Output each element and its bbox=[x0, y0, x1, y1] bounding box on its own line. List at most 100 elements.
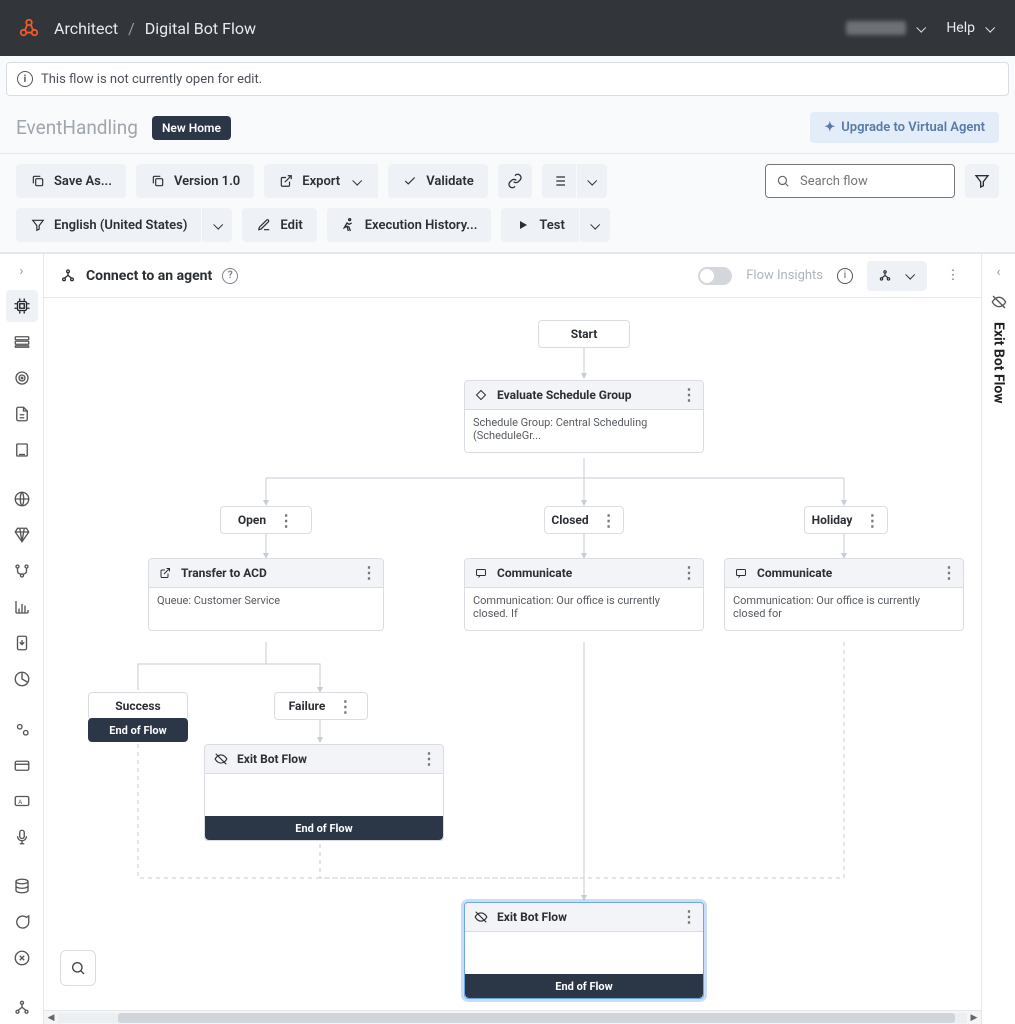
rail-item-chip[interactable] bbox=[6, 290, 38, 322]
communicate-closed-node[interactable]: Communicate ⋮ Communication: Our office … bbox=[464, 558, 704, 631]
save-as-button[interactable]: Save As... bbox=[16, 164, 126, 198]
decision-icon bbox=[473, 387, 489, 403]
rail-item-card[interactable] bbox=[6, 749, 38, 781]
canvas-search-button[interactable] bbox=[60, 950, 96, 986]
language-dropdown[interactable] bbox=[202, 208, 232, 242]
rail-item-document[interactable] bbox=[6, 398, 38, 430]
search-icon bbox=[70, 960, 86, 976]
rail-item-id[interactable]: A bbox=[6, 785, 38, 817]
new-home-badge[interactable]: New Home bbox=[152, 116, 231, 140]
rail-item-chat[interactable] bbox=[6, 906, 38, 938]
flow-title: Connect to an agent bbox=[86, 268, 212, 284]
eof-label: End of Flow bbox=[555, 980, 612, 993]
insights-toggle[interactable] bbox=[698, 267, 732, 285]
filter-button[interactable] bbox=[965, 164, 999, 198]
scroll-track[interactable] bbox=[58, 1013, 967, 1023]
rail-item-pie[interactable] bbox=[6, 663, 38, 695]
top-navbar: Architect / Digital Bot Flow Help bbox=[0, 0, 1015, 56]
list-dropdown[interactable] bbox=[577, 164, 607, 198]
link-icon bbox=[507, 173, 523, 189]
upgrade-button[interactable]: ✦ Upgrade to Virtual Agent bbox=[810, 112, 999, 143]
edit-button[interactable]: Edit bbox=[242, 208, 316, 242]
node-title: Transfer to ACD bbox=[181, 566, 267, 580]
scroll-left-button[interactable]: ◀ bbox=[44, 1011, 58, 1024]
list-button[interactable] bbox=[542, 164, 576, 198]
node-menu[interactable]: ⋮ bbox=[941, 565, 957, 581]
chevron-down-icon bbox=[348, 173, 364, 189]
branch-holiday[interactable]: Holiday ⋮ bbox=[804, 506, 888, 534]
user-menu[interactable] bbox=[846, 20, 928, 36]
branch-menu[interactable]: ⋮ bbox=[858, 511, 880, 530]
rail-item-branch[interactable] bbox=[6, 555, 38, 587]
rail-item-chart[interactable] bbox=[6, 591, 38, 623]
rail-item-book[interactable] bbox=[6, 434, 38, 466]
search-flow-input[interactable] bbox=[765, 164, 955, 198]
chevron-down-icon bbox=[981, 20, 997, 36]
rail-item-tree[interactable] bbox=[6, 992, 38, 1024]
copy-icon bbox=[150, 173, 166, 189]
start-node[interactable]: Start bbox=[538, 320, 630, 348]
branch-open[interactable]: Open ⋮ bbox=[220, 506, 312, 534]
node-menu[interactable]: ⋮ bbox=[421, 751, 437, 767]
upgrade-label: Upgrade to Virtual Agent bbox=[841, 120, 985, 135]
readonly-banner: i This flow is not currently open for ed… bbox=[6, 62, 1009, 96]
start-label: Start bbox=[571, 327, 598, 341]
more-menu[interactable]: ⋮ bbox=[941, 261, 965, 291]
branch-menu[interactable]: ⋮ bbox=[331, 697, 353, 716]
flow-canvas[interactable]: Start Evaluate Schedule Group ⋮ Schedule… bbox=[44, 298, 981, 1010]
scroll-right-button[interactable]: ▶ bbox=[967, 1011, 981, 1024]
rail-item-diamond[interactable] bbox=[6, 519, 38, 551]
branch-success[interactable]: Success bbox=[88, 692, 188, 720]
language-button[interactable]: English (United States) bbox=[16, 208, 201, 242]
node-title: Communicate bbox=[497, 566, 572, 580]
branch-closed[interactable]: Closed ⋮ bbox=[544, 506, 624, 534]
test-button[interactable]: Test bbox=[501, 208, 578, 242]
scroll-thumb[interactable] bbox=[118, 1013, 955, 1023]
node-menu[interactable]: ⋮ bbox=[681, 387, 697, 403]
version-button[interactable]: Version 1.0 bbox=[136, 164, 254, 198]
history-button[interactable]: Execution History... bbox=[327, 208, 492, 242]
right-panel-title[interactable]: Exit Bot Flow bbox=[991, 318, 1007, 404]
branch-label: Closed bbox=[551, 513, 588, 527]
rail-item-globe[interactable] bbox=[6, 483, 38, 515]
exit-bot-flow-node-1[interactable]: Exit Bot Flow ⋮ End of Flow bbox=[204, 744, 444, 841]
link-button[interactable] bbox=[498, 164, 532, 198]
breadcrumb-root[interactable]: Architect bbox=[54, 19, 118, 38]
rail-item-circle-x[interactable] bbox=[6, 942, 38, 974]
validate-button[interactable]: Validate bbox=[388, 164, 488, 198]
evaluate-schedule-node[interactable]: Evaluate Schedule Group ⋮ Schedule Group… bbox=[464, 380, 704, 453]
chevron-down-icon bbox=[587, 217, 603, 233]
test-dropdown[interactable] bbox=[580, 208, 610, 242]
node-title: Communicate bbox=[757, 566, 832, 580]
transfer-acd-node[interactable]: Transfer to ACD ⋮ Queue: Customer Servic… bbox=[148, 558, 384, 631]
node-menu[interactable]: ⋮ bbox=[361, 565, 377, 581]
horizontal-scrollbar[interactable]: ◀ ▶ bbox=[44, 1010, 981, 1024]
branch-failure[interactable]: Failure ⋮ bbox=[274, 692, 368, 720]
breadcrumb-flow-type[interactable]: Digital Bot Flow bbox=[145, 19, 256, 38]
info-icon[interactable]: i bbox=[837, 268, 853, 284]
communicate-holiday-node[interactable]: Communicate ⋮ Communication: Our office … bbox=[724, 558, 964, 631]
rail-item-target[interactable] bbox=[6, 362, 38, 394]
rail-item-database[interactable] bbox=[6, 870, 38, 902]
node-menu[interactable]: ⋮ bbox=[681, 909, 697, 925]
eye-off-icon bbox=[213, 751, 229, 767]
rail-collapse[interactable]: › bbox=[0, 258, 43, 286]
save-as-label: Save As... bbox=[54, 174, 112, 189]
node-body bbox=[205, 774, 443, 816]
view-dropdown[interactable] bbox=[867, 261, 927, 291]
help-menu[interactable]: Help bbox=[946, 20, 997, 36]
right-rail-collapse[interactable]: ‹ bbox=[982, 258, 1015, 286]
filter-icon bbox=[974, 173, 990, 189]
rail-item-gears[interactable] bbox=[6, 713, 38, 745]
rail-item-mic[interactable] bbox=[6, 821, 38, 853]
node-menu[interactable]: ⋮ bbox=[681, 565, 697, 581]
help-icon[interactable]: ? bbox=[222, 268, 238, 284]
language-label: English (United States) bbox=[54, 218, 187, 233]
exit-bot-flow-node-2[interactable]: Exit Bot Flow ⋮ End of Flow bbox=[464, 902, 704, 999]
branch-menu[interactable]: ⋮ bbox=[272, 511, 294, 530]
branch-menu[interactable]: ⋮ bbox=[595, 511, 617, 530]
export-button[interactable]: Export bbox=[264, 164, 378, 198]
rail-item-layers[interactable] bbox=[6, 326, 38, 358]
search-flow-field[interactable] bbox=[798, 173, 968, 190]
rail-item-file-down[interactable] bbox=[6, 627, 38, 659]
